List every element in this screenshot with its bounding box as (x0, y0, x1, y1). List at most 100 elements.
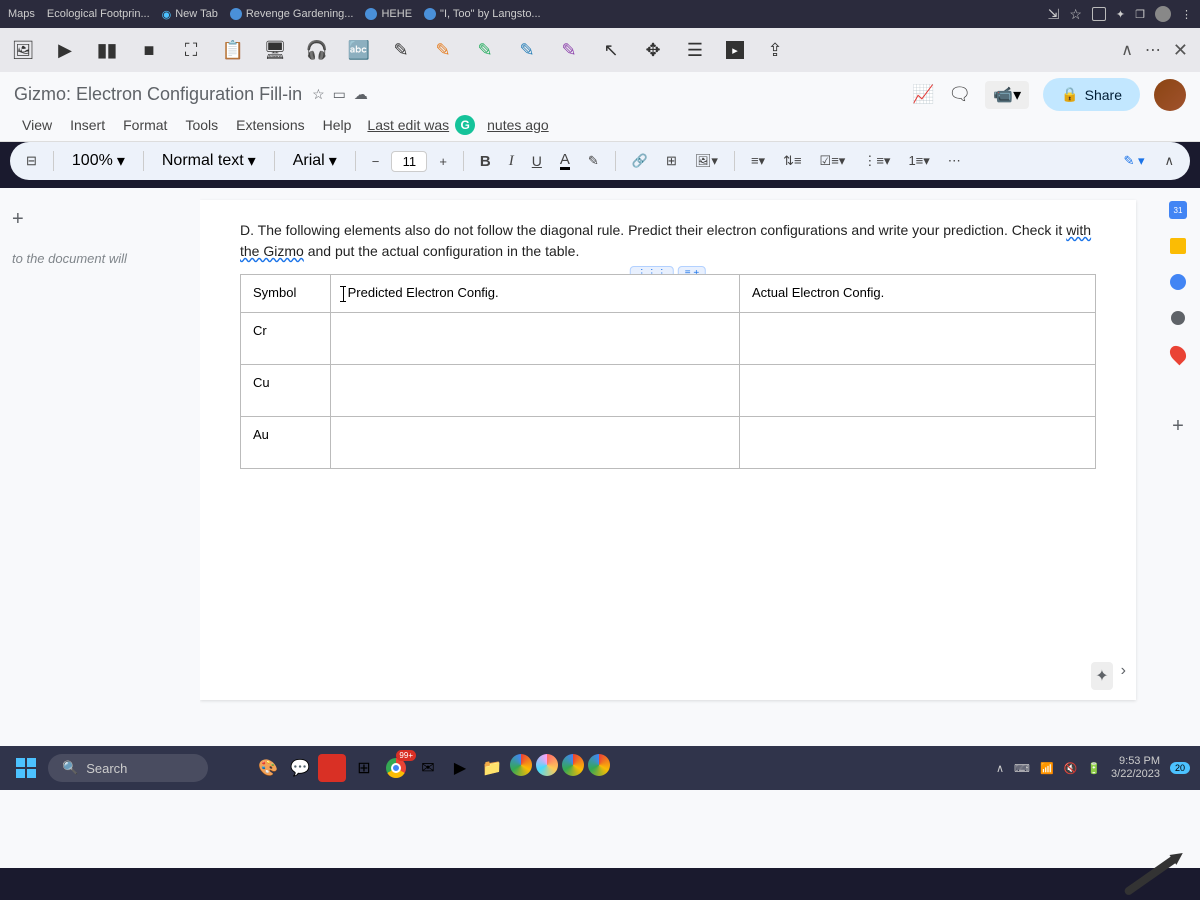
menu-format[interactable]: Format (115, 113, 175, 137)
taskbar-app-icon[interactable]: ⊞ (350, 754, 378, 782)
table-cell[interactable]: Cr (241, 312, 331, 364)
start-button[interactable] (10, 752, 42, 784)
tray-keyboard-icon[interactable]: ⌨ (1014, 762, 1030, 775)
add-outline-button[interactable]: + (12, 208, 188, 231)
notification-badge[interactable]: 20 (1170, 762, 1190, 774)
table-cell[interactable]: Au (241, 416, 331, 468)
table-cell[interactable]: Cu (241, 364, 331, 416)
window-restore-icon[interactable]: ❐ (1135, 8, 1145, 21)
comment-history-icon[interactable]: 🗨 (948, 84, 971, 105)
table-cell[interactable] (331, 416, 740, 468)
taskbar-clock[interactable]: 9:53 PM 3/22/2023 (1111, 755, 1160, 781)
more-icon[interactable]: ⋯ (1145, 40, 1161, 60)
menu-help[interactable]: Help (315, 113, 360, 137)
font-dropdown[interactable]: Arial▾ (285, 147, 345, 175)
checklist-button[interactable]: ☑≡▾ (814, 149, 852, 173)
user-avatar[interactable] (1154, 79, 1186, 111)
clipboard-icon[interactable]: 📋 (222, 39, 244, 61)
taskbar-app-icon[interactable] (536, 754, 558, 776)
taskbar-app-icon[interactable] (318, 754, 346, 782)
move-icon[interactable]: ✥ (642, 39, 664, 61)
zoom-dropdown[interactable]: 100%▾ (64, 147, 133, 175)
pause-icon[interactable]: ▮▮ (96, 39, 118, 61)
document-title[interactable]: Gizmo: Electron Configuration Fill-in (14, 84, 302, 105)
taskbar-app-icon[interactable] (382, 754, 410, 782)
tray-chevron-icon[interactable]: ∧ (996, 762, 1004, 775)
table-cell[interactable] (331, 312, 740, 364)
taskbar-app-icon[interactable]: ✉ (414, 754, 442, 782)
trending-icon[interactable]: 📈 (912, 84, 934, 105)
list-icon[interactable]: ☰ (684, 39, 706, 61)
add-addon-icon[interactable]: + (1168, 416, 1188, 436)
pen-icon[interactable]: ✎ (474, 39, 496, 61)
calendar-icon[interactable]: 31 (1168, 200, 1188, 220)
browser-tab[interactable]: HEHE (365, 8, 412, 20)
cursor-icon[interactable]: ↖ (600, 39, 622, 61)
kebab-menu-icon[interactable]: ⋮ (1181, 8, 1192, 21)
insert-link-button[interactable]: 🔗 (626, 149, 654, 173)
taskbar-app-icon[interactable] (588, 754, 610, 776)
insert-comment-button[interactable]: ⊞ (660, 149, 683, 173)
menu-tools[interactable]: Tools (177, 113, 226, 137)
taskbar-app-icon[interactable]: ▶ (446, 754, 474, 782)
browser-tab[interactable]: ◉New Tab (162, 8, 218, 21)
tray-wifi-icon[interactable]: 📶 (1040, 762, 1054, 775)
bold-button[interactable]: B (474, 149, 497, 174)
move-folder-icon[interactable]: ▭ (333, 86, 346, 103)
stop-icon[interactable]: ■ (138, 39, 160, 61)
numbered-list-button[interactable]: 1≡▾ (902, 149, 935, 173)
play-icon[interactable]: ▶ (54, 39, 76, 61)
extensions-puzzle-icon[interactable]: ✦ (1116, 8, 1125, 21)
taskbar-app-icon[interactable] (562, 754, 584, 776)
underline-button[interactable]: U (526, 149, 548, 173)
line-spacing-button[interactable]: ⇅≡ (777, 149, 807, 173)
paragraph-style-dropdown[interactable]: Normal text▾ (154, 147, 264, 175)
pen-icon[interactable]: ✎ (390, 39, 412, 61)
font-size-increase[interactable]: + (433, 150, 453, 173)
menu-extensions[interactable]: Extensions (228, 113, 312, 137)
grammarly-icon[interactable]: G (455, 115, 475, 135)
image-icon[interactable]: 🖼 (12, 39, 34, 61)
browser-tab[interactable]: Ecological Footprin... (47, 8, 150, 20)
outline-toggle-icon[interactable]: ⊟ (20, 149, 43, 173)
extension-icon[interactable]: ☆ (1069, 6, 1082, 23)
translate-icon[interactable]: 🔤 (348, 39, 370, 61)
browser-tab[interactable]: "I, Too" by Langsto... (424, 8, 541, 20)
align-button[interactable]: ≡▾ (745, 149, 771, 173)
pen-icon[interactable]: ✎ (516, 39, 538, 61)
table-cell[interactable] (740, 416, 1096, 468)
collapse-icon[interactable]: ∧ (1121, 40, 1133, 60)
chevron-right-icon[interactable]: › (1121, 662, 1126, 690)
next-icon[interactable]: ▸ (726, 41, 744, 59)
upload-icon[interactable]: ⇪ (764, 39, 786, 61)
table-cell[interactable] (331, 364, 740, 416)
tasks-icon[interactable] (1168, 272, 1188, 292)
keep-icon[interactable] (1168, 236, 1188, 256)
table-row[interactable]: Cr (241, 312, 1096, 364)
meet-icon[interactable]: 📹▾ (985, 81, 1029, 109)
contacts-icon[interactable] (1168, 308, 1188, 328)
select-icon[interactable]: ⛶ (180, 39, 202, 61)
font-size-input[interactable]: 11 (391, 151, 427, 172)
explore-button[interactable]: ✦ (1091, 662, 1112, 690)
electron-config-table[interactable]: Symbol Predicted Electron Config. Actual… (240, 274, 1096, 469)
document-page[interactable]: D. The following elements also do not fo… (200, 200, 1136, 700)
star-icon[interactable]: ☆ (312, 86, 325, 103)
extension-icon[interactable]: ⇲ (1048, 6, 1060, 23)
insert-image-button[interactable]: 🖼▾ (689, 149, 724, 173)
italic-button[interactable]: I (503, 149, 520, 174)
taskbar-app-icon[interactable] (510, 754, 532, 776)
taskbar-app-icon[interactable]: 💬 (286, 754, 314, 782)
taskbar-app-icon[interactable]: 🎨 (254, 754, 282, 782)
more-format-button[interactable]: ⋯ (942, 149, 967, 173)
menu-insert[interactable]: Insert (62, 113, 113, 137)
text-color-button[interactable]: A (554, 148, 576, 174)
editing-mode-button[interactable]: ✎ ▾ (1117, 149, 1150, 173)
tray-volume-icon[interactable]: 🔇 (1064, 762, 1078, 775)
last-edit-link[interactable]: nutes ago (487, 117, 549, 133)
monitor-icon[interactable]: 🖥 (264, 39, 286, 61)
taskbar-app-icon[interactable]: 📁 (478, 754, 506, 782)
close-icon[interactable]: ✕ (1173, 40, 1188, 61)
headphones-icon[interactable]: 🎧 (306, 39, 328, 61)
table-row[interactable]: Cu (241, 364, 1096, 416)
